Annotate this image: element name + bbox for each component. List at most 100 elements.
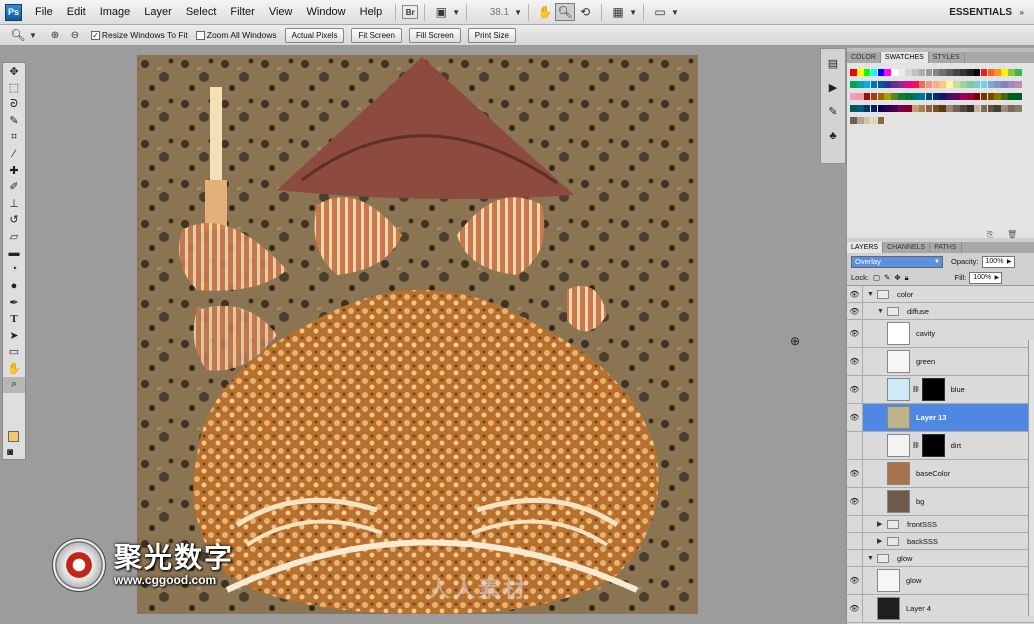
swatch[interactable] [953,105,960,112]
zoom-out-icon[interactable]: ⊖ [65,26,85,44]
swatch[interactable] [850,117,857,124]
swatch[interactable] [932,93,940,100]
layer-group-row[interactable]: ▼ glow [847,550,1034,567]
swatch[interactable] [960,93,967,100]
expand-down-icon[interactable]: ▼ [877,308,887,315]
expand-right-icon[interactable]: ▶ [877,520,887,528]
brush-icon[interactable]: ✐ [3,179,25,196]
swatch[interactable] [987,81,995,88]
zoom-tool-preset-icon[interactable]: 🔍︎ [8,26,28,44]
zoom-all-windows-checkbox[interactable]: Zoom All Windows [195,30,277,40]
swatch[interactable] [939,81,947,88]
print-size-button[interactable]: Print Size [467,27,516,43]
lock-image-icon[interactable]: ✎ [884,273,890,282]
menu-edit[interactable]: Edit [60,0,93,25]
swatch[interactable] [1015,69,1022,76]
healing-brush-icon[interactable]: ✚ [3,162,25,179]
visibility-eye-icon[interactable]: 👁︎ [847,320,863,347]
swatch[interactable] [891,81,898,88]
lock-all-icon[interactable]: 🔒︎ [905,273,909,283]
swatch[interactable] [1001,93,1008,100]
visibility-eye-icon[interactable] [847,550,863,566]
swatch[interactable] [1001,69,1008,76]
visibility-eye-icon[interactable] [847,432,863,459]
swatch[interactable] [987,93,995,100]
swatch[interactable] [863,117,871,124]
swatch[interactable] [994,81,1002,88]
swatch[interactable] [980,81,988,88]
swatch[interactable] [884,105,892,112]
swatch[interactable] [973,69,981,76]
swatch[interactable] [918,105,926,112]
menu-help[interactable]: Help [353,0,390,25]
quick-select-icon[interactable]: ✎ [3,113,25,130]
swatch[interactable] [891,105,898,112]
lock-transparent-icon[interactable]: ▢ [873,273,880,282]
swatch[interactable] [898,93,905,100]
swatch[interactable] [856,69,864,76]
swatch[interactable] [960,105,967,112]
swatch[interactable] [1008,93,1015,100]
visibility-eye-icon[interactable]: 👁︎ [847,303,863,319]
swatch[interactable] [953,81,960,88]
menu-view[interactable]: View [262,0,300,25]
swatch[interactable] [994,93,1002,100]
swatch[interactable] [994,69,1002,76]
type-icon[interactable]: T [3,311,25,328]
gradient-icon[interactable]: ▬ [3,245,25,262]
swatch[interactable] [1001,81,1008,88]
layer-row[interactable]: 👁︎ bg [847,488,1034,516]
fill-screen-button[interactable]: Fill Screen [408,27,461,43]
expand-right-icon[interactable]: ▶ [877,537,887,545]
mask-link-icon[interactable]: ⛓ [912,386,920,393]
path-select-icon[interactable]: ➤ [3,327,25,344]
swatch[interactable] [1015,105,1022,112]
visibility-eye-icon[interactable] [847,533,863,549]
swatch[interactable] [980,69,988,76]
quick-mask-icon[interactable]: ◙ [7,447,13,458]
zoom-icon[interactable]: ⌕ [3,376,25,393]
swatch[interactable] [870,69,878,76]
zoom-level[interactable]: 38.1 [473,7,509,18]
workspace-switcher[interactable]: ESSENTIALS [949,0,1012,25]
clone-stamp-icon[interactable]: ⊥ [3,195,25,212]
swatch[interactable] [911,81,919,88]
visibility-eye-icon[interactable] [847,516,863,532]
visibility-eye-icon[interactable]: 👁︎ [847,595,863,622]
swatch[interactable] [884,93,892,100]
swatch[interactable] [898,105,905,112]
swatch[interactable] [980,93,988,100]
swatch[interactable] [925,69,933,76]
layer-row[interactable]: 👁︎ green [847,348,1034,376]
layer-row[interactable]: 👁︎ ⛓ blue [847,376,1034,404]
layer-row[interactable]: 👁︎ Layer 4 [847,595,1034,623]
menu-select[interactable]: Select [179,0,224,25]
swatch[interactable] [966,69,974,76]
swatch[interactable] [863,81,871,88]
tab-layers[interactable]: LAYERS [847,242,884,253]
swatch[interactable] [987,69,995,76]
swatch[interactable] [1008,81,1015,88]
menu-file[interactable]: File [28,0,60,25]
layer-row[interactable]: 👁︎ baseColor [847,460,1034,488]
swatch[interactable] [877,117,885,124]
swatch[interactable] [946,81,953,88]
tool-presets-icon[interactable]: ✎ [821,102,845,121]
swatch[interactable] [863,69,871,76]
swatch[interactable] [877,81,885,88]
actions-panel-icon[interactable]: ▶ [821,78,845,97]
swatch[interactable] [987,105,995,112]
marquee-icon[interactable]: ⬚ [3,80,25,97]
swatch[interactable] [863,105,871,112]
swatch[interactable] [925,93,933,100]
fit-screen-button[interactable]: Fit Screen [351,27,402,43]
hand-tool-icon[interactable]: ✋ [535,3,555,21]
swatch[interactable] [960,69,967,76]
visibility-eye-icon[interactable]: 👁︎ [847,286,863,302]
document-canvas[interactable] [137,55,698,614]
chevron-down-icon[interactable]: ▼ [514,8,522,17]
swatch[interactable] [973,93,981,100]
menu-filter[interactable]: Filter [223,0,261,25]
swatch[interactable] [1001,105,1008,112]
zoom-tool-icon[interactable]: 🔍︎ [555,3,576,21]
